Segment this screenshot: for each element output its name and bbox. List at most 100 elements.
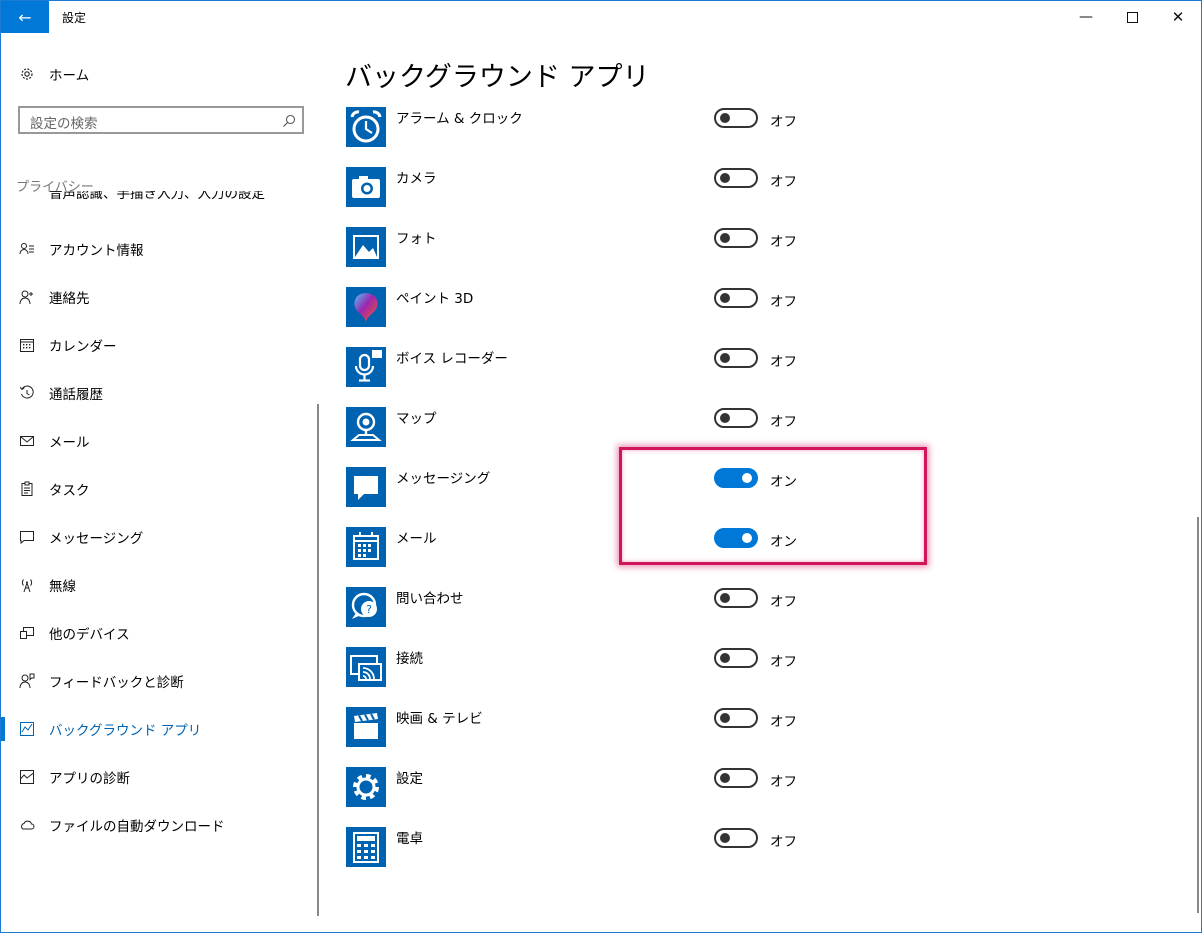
search-placeholder: 設定の検索 (30, 116, 98, 132)
background-toggle[interactable] (714, 228, 758, 248)
toggle-knob (720, 653, 730, 663)
sidebar-item-feedback[interactable]: フィードバックと診断 (1, 661, 319, 701)
minimize-button[interactable]: — (1063, 1, 1109, 33)
other-devices-icon (18, 624, 36, 642)
app-diagnostics-icon (18, 768, 36, 786)
radio-icon (18, 576, 36, 594)
background-toggle[interactable] (714, 828, 758, 848)
sidebar-item-label: 他のデバイス (49, 627, 130, 643)
app-name: フォト (396, 231, 437, 247)
toggle-state-label: オフ (770, 594, 797, 610)
minimize-icon: — (1079, 9, 1093, 25)
sidebar-item-label: 通話履歴 (49, 387, 103, 403)
sidebar-item-label: カレンダー (49, 339, 117, 355)
app-row: ボイス レコーダー オフ (346, 347, 906, 387)
app-row: マップ オフ (346, 407, 906, 447)
sidebar-item-other-devices[interactable]: 他のデバイス (1, 613, 319, 653)
app-row: ペイント 3D オフ (346, 287, 906, 327)
active-indicator (1, 717, 5, 741)
sidebar-item-contacts[interactable]: 連絡先 (1, 277, 319, 317)
sidebar-item-cloud[interactable]: ファイルの自動ダウンロード (1, 805, 319, 845)
background-toggle[interactable] (714, 108, 758, 128)
connect-icon (346, 647, 386, 687)
sidebar-item-messaging[interactable]: メッセージング (1, 517, 319, 557)
toggle-state-label: オフ (770, 834, 797, 850)
app-name: メール (396, 531, 437, 547)
background-toggle[interactable] (714, 168, 758, 188)
maximize-button[interactable] (1109, 1, 1155, 33)
toggle-knob (720, 233, 730, 243)
close-button[interactable]: ✕ (1155, 1, 1201, 33)
sidebar-item-tasks[interactable]: タスク (1, 469, 319, 509)
app-row: アラーム & クロック オフ (346, 107, 906, 147)
background-apps-icon (18, 720, 36, 738)
toggle-knob (720, 113, 730, 123)
sidebar-item-mail[interactable]: メール (1, 421, 319, 461)
nav-home-label: ホーム (49, 68, 90, 84)
nav-item-speech-partial[interactable]: 音声認識、手描き入力、入力の設定 (18, 191, 308, 203)
cloud-icon (18, 816, 36, 834)
app-name: 接続 (396, 651, 423, 667)
background-toggle[interactable] (714, 408, 758, 428)
feedback-icon (18, 672, 36, 690)
sidebar-item-account-info[interactable]: アカウント情報 (1, 229, 319, 269)
background-toggle[interactable] (714, 708, 758, 728)
app-row: 電卓 オフ (346, 827, 906, 867)
messaging-icon (18, 528, 36, 546)
toggle-state-label: オフ (770, 774, 797, 790)
sidebar-item-label: ファイルの自動ダウンロード (49, 819, 225, 835)
sidebar-item-label: 連絡先 (49, 291, 90, 307)
sidebar-item-label: アカウント情報 (49, 243, 144, 259)
account-info-icon (18, 240, 36, 258)
app-name: メッセージング (396, 471, 491, 487)
messaging-app-icon (346, 467, 386, 507)
nav-home[interactable]: ホーム (1, 54, 319, 94)
background-toggle[interactable] (714, 768, 758, 788)
back-arrow-icon: ← (18, 7, 32, 27)
settings-gear-icon (346, 767, 386, 807)
sidebar-item-radio[interactable]: 無線 (1, 565, 319, 605)
app-name: ペイント 3D (396, 291, 474, 307)
search-icon (282, 113, 296, 132)
background-toggle[interactable] (714, 588, 758, 608)
background-toggle[interactable] (714, 348, 758, 368)
toggle-knob (720, 773, 730, 783)
content-scrollbar[interactable] (1197, 517, 1199, 913)
search-field[interactable]: 設定の検索 (18, 106, 304, 134)
sidebar-scrollbar[interactable] (317, 404, 319, 916)
app-name: 電卓 (396, 831, 423, 847)
mail-icon (18, 432, 36, 450)
app-name: 映画 & テレビ (396, 711, 483, 727)
page-title: バックグラウンド アプリ (345, 62, 650, 93)
close-icon: ✕ (1171, 8, 1185, 26)
sidebar-item-label: タスク (49, 483, 90, 499)
gear-icon (18, 65, 36, 83)
toggle-knob (720, 173, 730, 183)
toggle-state-label: オフ (770, 114, 797, 130)
nav-item-speech-label: 音声認識、手描き入力、入力の設定 (49, 191, 265, 202)
background-toggle[interactable] (714, 288, 758, 308)
toggle-knob (720, 353, 730, 363)
toggle-state-label: オフ (770, 354, 797, 370)
toggle-state-label: オフ (770, 294, 797, 310)
calculator-icon (346, 827, 386, 867)
toggle-knob (720, 713, 730, 723)
app-name: アラーム & クロック (396, 111, 523, 127)
sidebar-item-label: アプリの診断 (49, 771, 130, 787)
sidebar-item-call-history[interactable]: 通話履歴 (1, 373, 319, 413)
app-row: ? 問い合わせ オフ (346, 587, 906, 627)
toggle-state-label: オフ (770, 174, 797, 190)
sidebar-item-label: 無線 (49, 579, 76, 595)
sidebar-item-label: メッセージング (49, 531, 144, 547)
settings-window: ← 設定 — ✕ ホーム 設定の検索 プライバシー 音声認識、手描き入力、入力の… (0, 0, 1202, 933)
toggle-knob (720, 833, 730, 843)
sidebar-item-calendar[interactable]: カレンダー (1, 325, 319, 365)
paint-3d-icon (346, 287, 386, 327)
toggle-knob (720, 593, 730, 603)
background-toggle[interactable] (714, 648, 758, 668)
sidebar-item-background-apps[interactable]: バックグラウンド アプリ (1, 709, 319, 749)
sidebar-item-label: バックグラウンド アプリ (49, 723, 202, 739)
back-button[interactable]: ← (1, 1, 49, 33)
toggle-knob (720, 293, 730, 303)
sidebar-item-app-diagnostics[interactable]: アプリの診断 (1, 757, 319, 797)
